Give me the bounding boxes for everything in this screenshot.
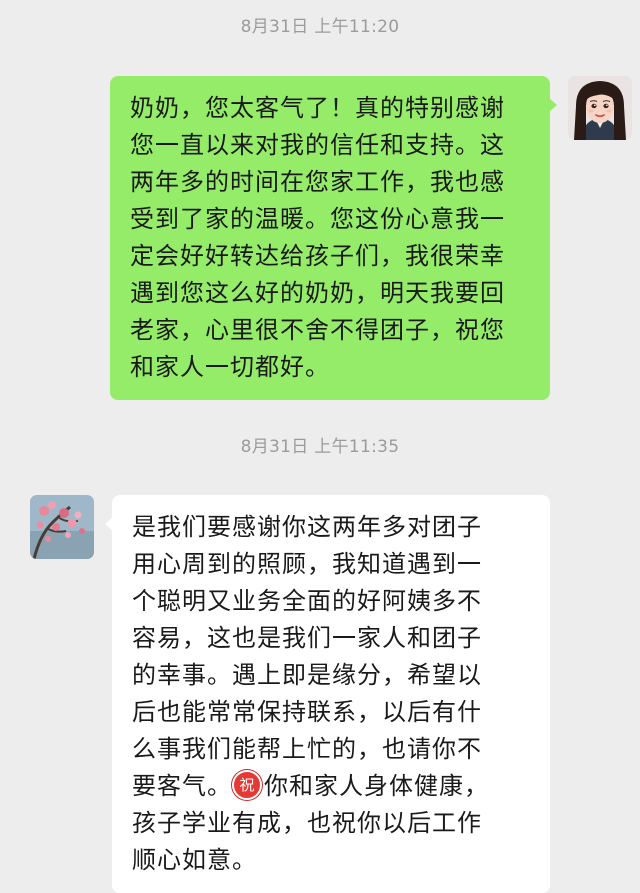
message-line: 奶奶，您太客气了！真的特别感谢 [130, 94, 505, 122]
message-timestamp: 8月31日 上午11:35 [240, 437, 400, 457]
message-timestamp: 8月31日 上午11:20 [240, 17, 400, 37]
message-line: 和家人一切都好。 [130, 353, 330, 381]
message-line: 用心周到的照顾，我知道遇到一 [132, 550, 482, 578]
message-line: 孩子学业有成，也祝你以后工作 [132, 809, 482, 837]
message-line: 要客气。祝你和家人身体健康， [132, 768, 535, 805]
message-text: 你和家人身体健康， [264, 772, 489, 800]
message-text: 要客气。 [132, 772, 232, 800]
message-line: 个聪明又业务全面的好阿姨多不 [132, 587, 482, 615]
received-message-bubble[interactable]: 是我们要感谢你这两年多对团子 用心周到的照顾，我知道遇到一 个聪明又业务全面的好… [105, 495, 550, 893]
message-line: 遇到您这么好的奶奶，明天我要回 [130, 279, 505, 307]
cherry-blossom-avatar-icon [30, 495, 94, 559]
message-line: 顺心如意。 [132, 846, 257, 874]
self-avatar[interactable] [568, 76, 632, 140]
message-line: 两年多的时间在您家工作，我也感 [130, 168, 505, 196]
chat-window: 8月31日 上午11:20 奶奶，您太客气了！真的特别感谢 您一直以来对我的信任… [0, 0, 640, 893]
message-line: 老家，心里很不舍不得团子，祝您 [130, 316, 505, 344]
message-line: 容易，这也是我们一家人和团子 [132, 624, 482, 652]
message-line: 的幸事。遇上即是缘分，希望以 [132, 661, 482, 689]
message-line: 么事我们能帮上忙的，也请你不 [132, 735, 482, 763]
cartoon-woman-avatar-icon [568, 76, 632, 140]
contact-avatar[interactable] [30, 495, 94, 559]
message-line: 后也能常常保持联系，以后有什 [132, 698, 482, 726]
message-line: 定会好好转达给孩子们，我很荣幸 [130, 242, 505, 270]
message-line: 您一直以来对我的信任和支持。这 [130, 131, 505, 159]
blessing-emoji-icon: 祝 [232, 770, 262, 800]
message-line: 受到了家的温暖。您这份心意我一 [130, 205, 505, 233]
message-line: 是我们要感谢你这两年多对团子 [132, 513, 482, 541]
sent-message-bubble[interactable]: 奶奶，您太客气了！真的特别感谢 您一直以来对我的信任和支持。这 两年多的时间在您… [110, 76, 557, 400]
